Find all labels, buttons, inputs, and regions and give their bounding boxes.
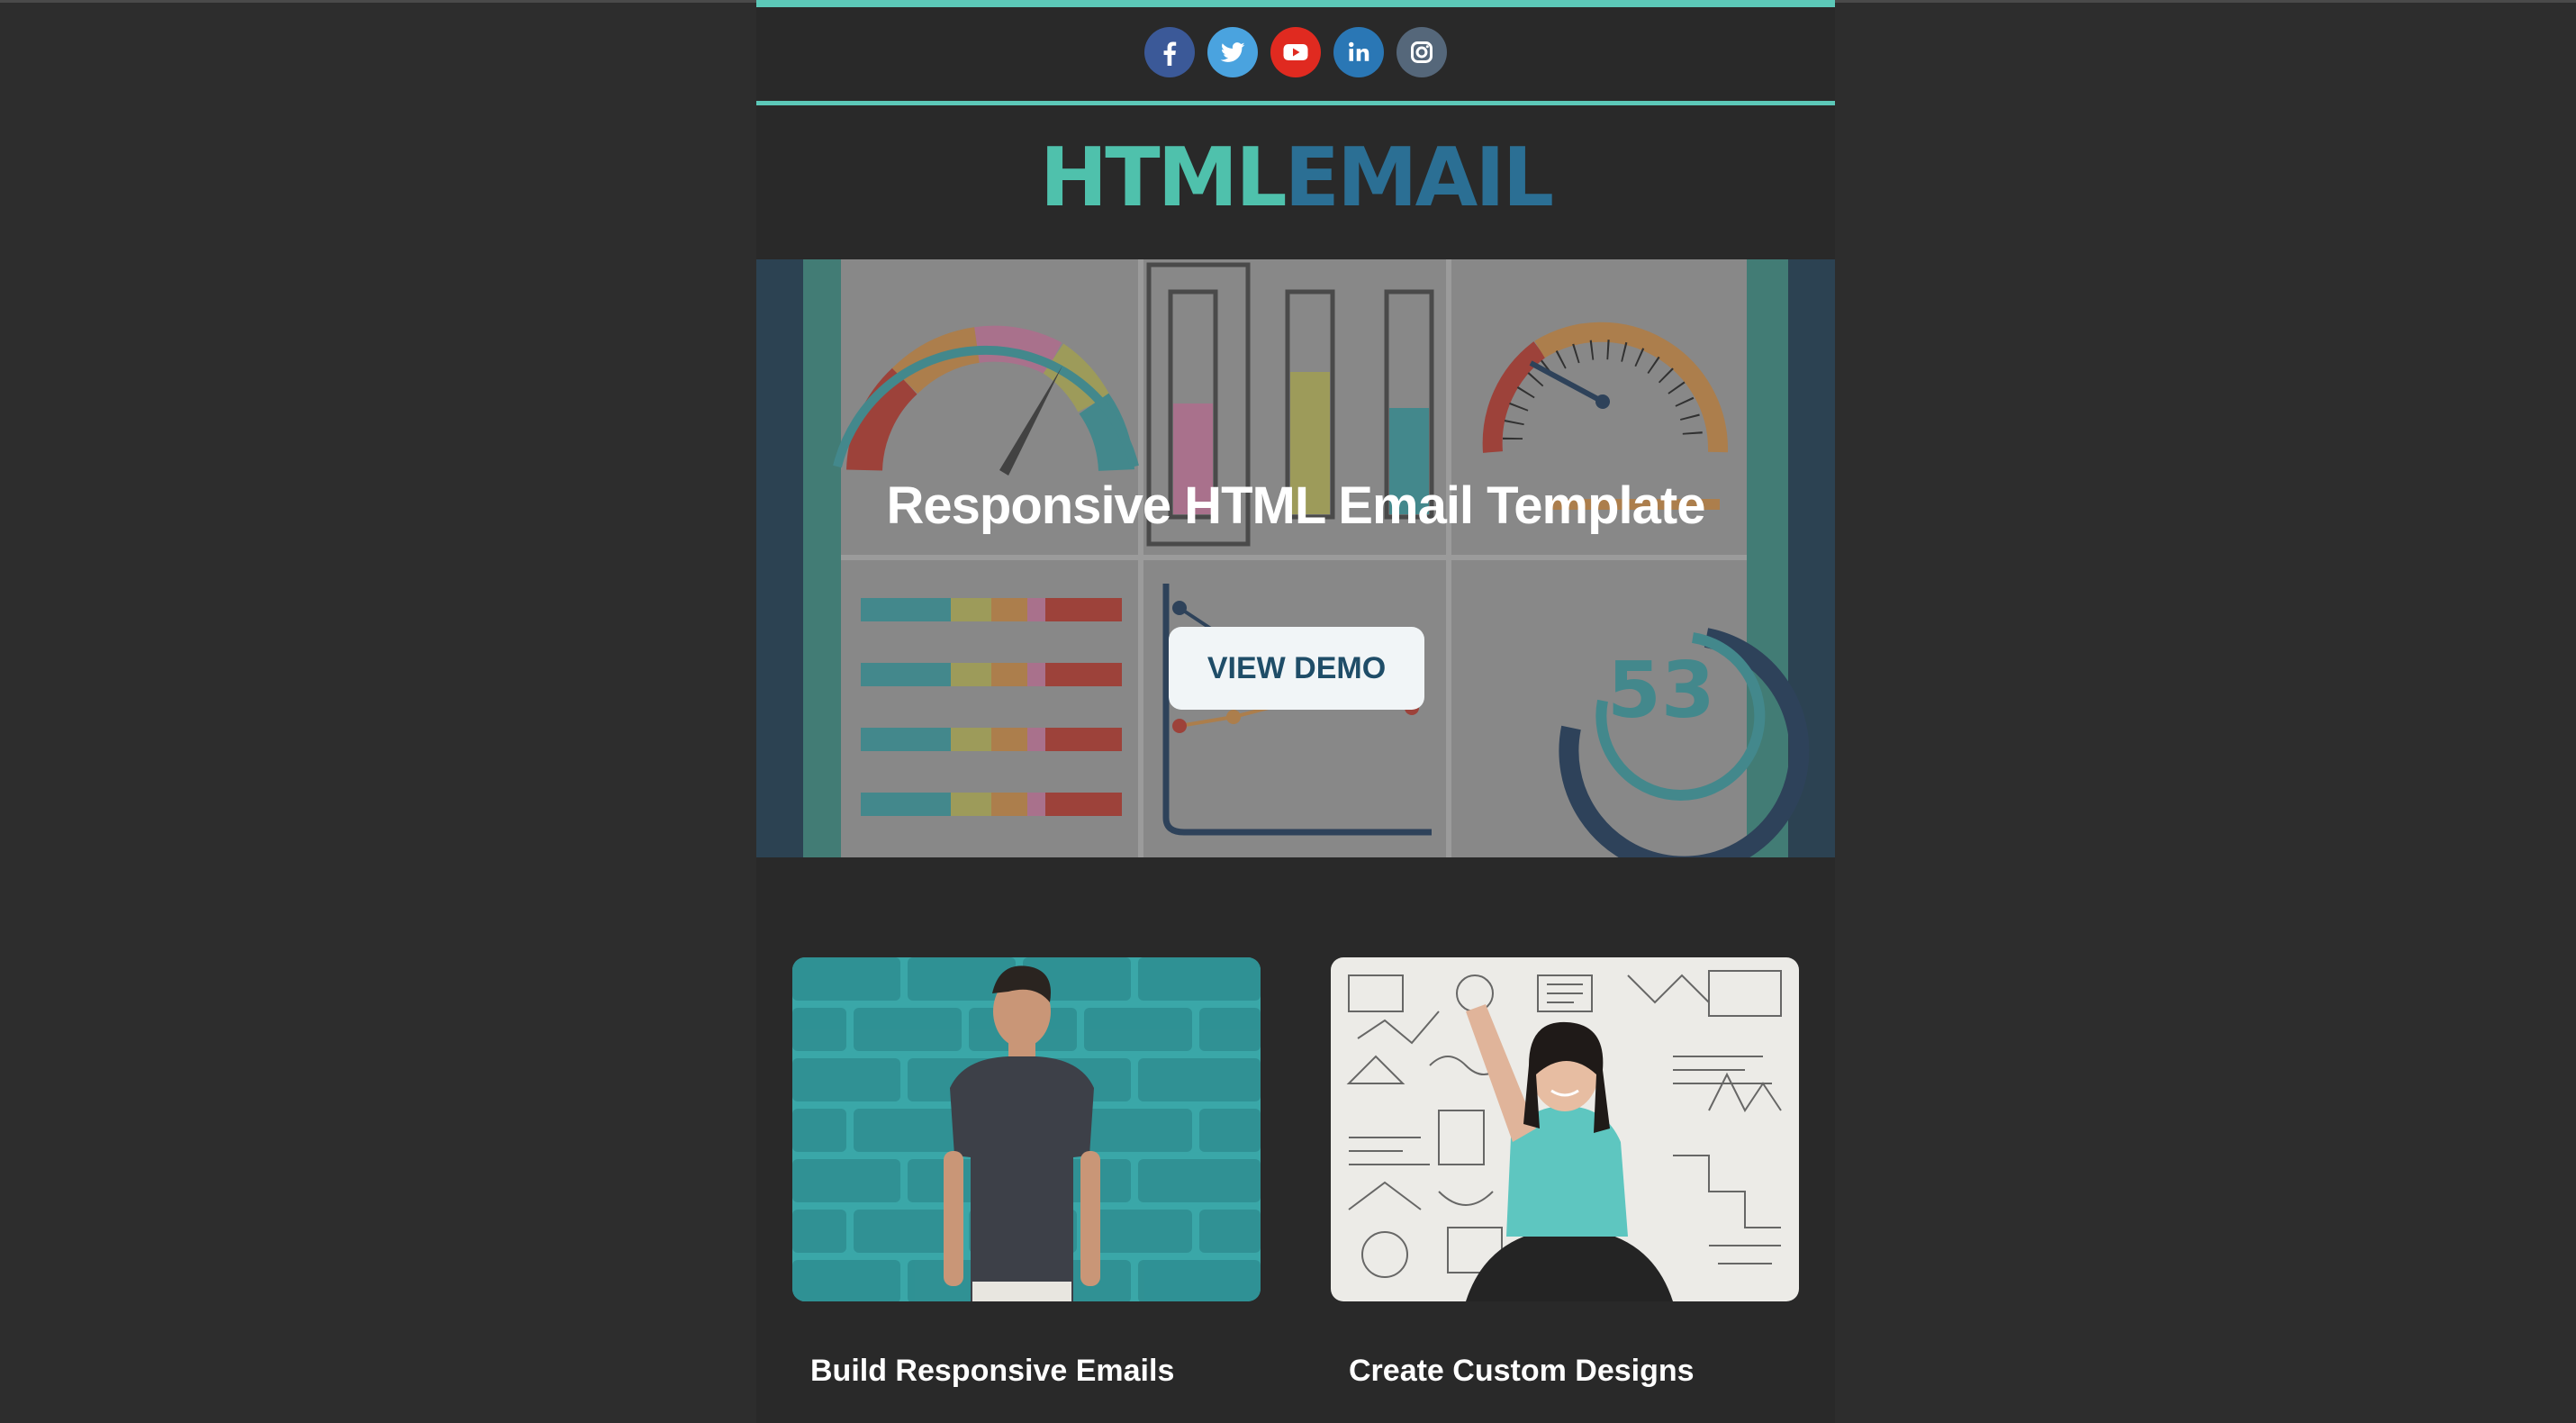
man-brick-wall-photo[interactable] (792, 957, 1261, 1301)
youtube-icon[interactable] (1270, 27, 1321, 77)
brand-logo[interactable]: HTMLEMAIL (756, 133, 1835, 223)
linkedin-icon[interactable] (1333, 27, 1384, 77)
hero-title: Responsive HTML Email Template (886, 476, 1706, 535)
twitter-icon[interactable] (1207, 27, 1258, 77)
feature-card-2[interactable]: Create Custom Designs (1331, 957, 1799, 1388)
hero-banner: 53 Responsive HTML Email Template VIEW D… (756, 259, 1835, 857)
feature-card-1[interactable]: Build Responsive Emails (792, 957, 1261, 1388)
facebook-icon[interactable] (1144, 27, 1195, 77)
card-title-custom-designs[interactable]: Create Custom Designs (1349, 1354, 1695, 1389)
social-icons-row (756, 27, 1835, 81)
email-container: HTMLEMAIL 53 Responsive HTML Email Templ… (756, 0, 1835, 1423)
dashboard-illustration: 53 (756, 259, 1835, 857)
instagram-icon[interactable] (1396, 27, 1447, 77)
header-divider (756, 101, 1835, 105)
card-title-build-responsive[interactable]: Build Responsive Emails (810, 1354, 1174, 1389)
woman-whiteboard-photo[interactable] (1331, 957, 1799, 1301)
view-demo-button[interactable]: VIEW DEMO (1169, 627, 1424, 710)
logo-html-text: HTML (1039, 131, 1288, 225)
logo-email-text: EMAIL (1284, 131, 1555, 225)
accent-top-bar (756, 0, 1835, 7)
